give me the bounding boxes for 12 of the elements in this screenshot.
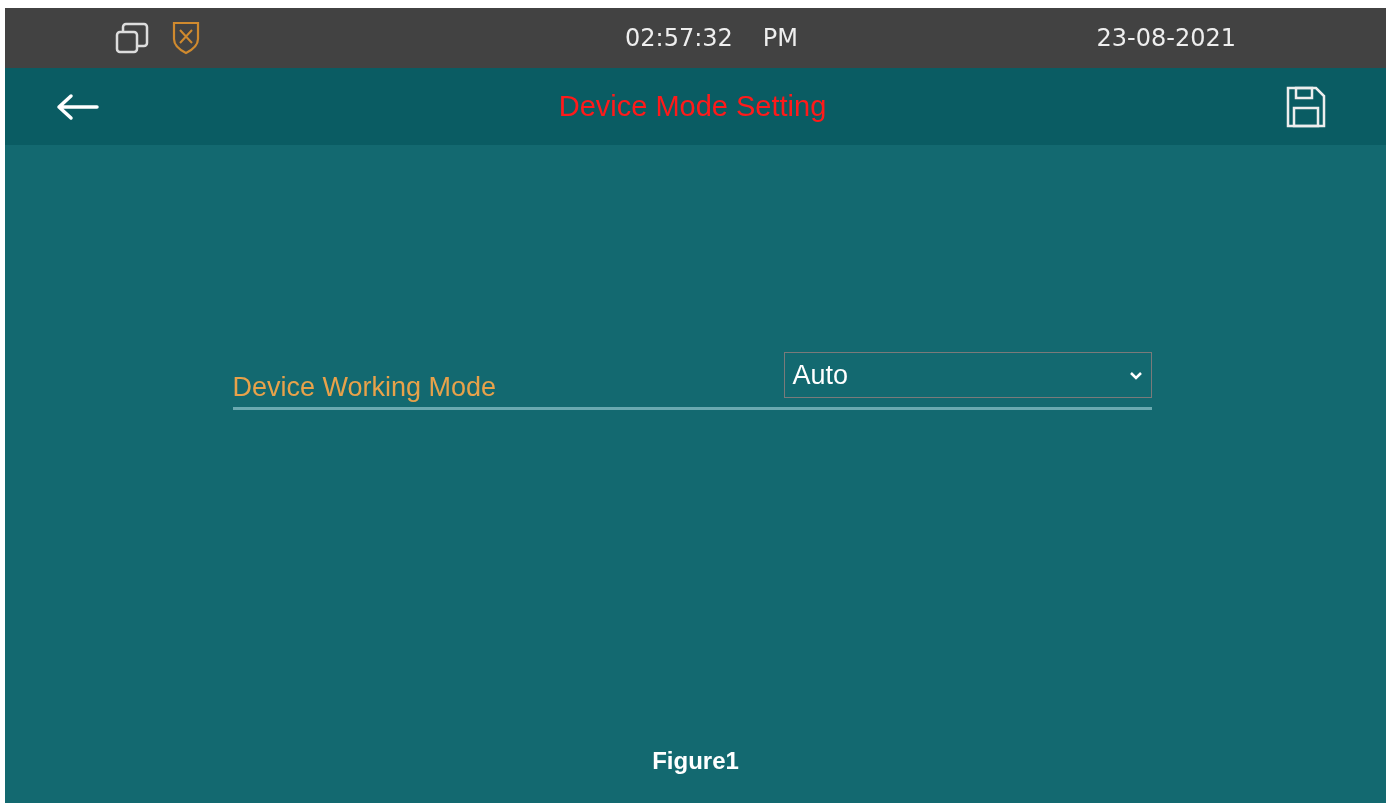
date-text: 23-08-2021 (1096, 24, 1236, 52)
clock-meridiem: PM (762, 24, 798, 52)
chevron-icon (1128, 370, 1143, 380)
clock-time: 02:57:32 (625, 24, 733, 52)
windows-icon (115, 22, 149, 54)
page-title: Device Mode Setting (558, 90, 827, 123)
mode-dropdown[interactable]: Auto (783, 352, 1152, 398)
back-button[interactable] (55, 92, 99, 121)
shield-icon (172, 21, 200, 55)
save-button[interactable] (1286, 85, 1326, 128)
setting-label: Device Working Mode (232, 372, 497, 403)
figure-caption: Figure1 (652, 747, 739, 775)
